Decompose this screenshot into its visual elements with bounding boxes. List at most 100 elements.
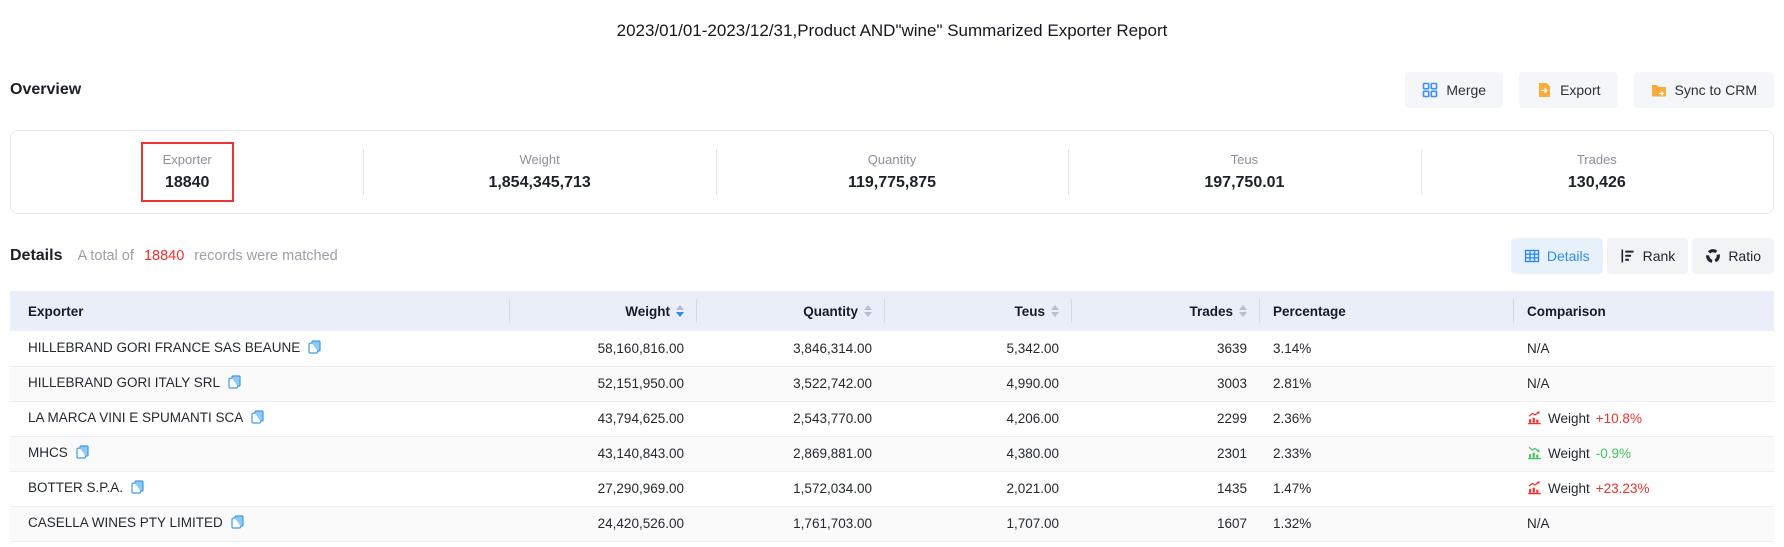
folder-sync-icon — [1651, 82, 1667, 98]
stat-label: Teus — [1204, 152, 1284, 167]
column-header-weight[interactable]: Weight — [509, 291, 696, 331]
match-summary: A total of 18840 records were matched — [77, 248, 337, 264]
copy-icon[interactable] — [251, 410, 264, 427]
merge-button[interactable]: Merge — [1405, 72, 1503, 108]
trades-cell: 3003 — [1071, 366, 1259, 401]
comparison-change: +10.8% — [1596, 411, 1642, 426]
merge-icon — [1422, 82, 1438, 98]
overview-heading: Overview — [10, 81, 81, 99]
column-header-trades[interactable]: Trades — [1071, 291, 1259, 331]
table-row: MHCS 43,140,843.002,869,881.004,380.00230… — [10, 436, 1774, 471]
trades-cell: 2301 — [1071, 436, 1259, 471]
exporter-name: CASELLA WINES PTY LIMITED — [28, 515, 223, 530]
action-buttons: Merge Export Sync to CRM — [1405, 72, 1774, 108]
comparison-cell: Weight +23.23% — [1513, 471, 1774, 506]
match-summary-suffix: records were matched — [194, 248, 337, 264]
exporter-name: MHCS — [28, 445, 68, 460]
sync-to-crm-button[interactable]: Sync to CRM — [1634, 72, 1774, 108]
stat-exporter: Exporter 18840 — [11, 131, 363, 213]
exporter-name: BOTTER S.P.A. — [28, 480, 123, 495]
weight-cell: 27,290,969.00 — [509, 471, 696, 506]
table-header-row: Exporter Weight Quantity Teus Trades Per… — [10, 291, 1774, 331]
highlight-box: Exporter 18840 — [141, 142, 234, 202]
stat-label: Exporter — [163, 152, 212, 167]
quantity-cell: 1,572,034.00 — [696, 471, 884, 506]
page-title: 2023/01/01-2023/12/31,Product AND"wine" … — [0, 0, 1784, 41]
table-row: HILLEBRAND GORI ITALY SRL52,151,950.003,… — [10, 366, 1774, 401]
ratio-view-button[interactable]: Ratio — [1692, 238, 1774, 274]
teus-cell: 4,990.00 — [884, 366, 1071, 401]
merge-button-label: Merge — [1446, 82, 1486, 98]
exporter-cell: BOTTER S.P.A. — [10, 471, 509, 506]
percentage-cell: 1.47% — [1259, 471, 1513, 506]
details-header: Details A total of 18840 records were ma… — [10, 238, 1774, 274]
comparison-cell: N/A — [1513, 331, 1774, 366]
percentage-cell: 2.36% — [1259, 401, 1513, 436]
details-view-button[interactable]: Details — [1511, 238, 1603, 274]
stat-teus: Teus 197,750.01 — [1068, 131, 1420, 213]
exporter-cell: LA MARCA VINI E SPUMANTI SCA — [10, 401, 509, 436]
percentage-cell: 2.33% — [1259, 436, 1513, 471]
column-header-teus[interactable]: Teus — [884, 291, 1071, 331]
overview-stats-card: Exporter 18840 Weight 1,854,345,713 Quan… — [10, 130, 1774, 214]
comparison-cell: N/A — [1513, 366, 1774, 401]
stat-value: 130,426 — [1568, 174, 1626, 192]
weight-cell: 52,151,950.00 — [509, 366, 696, 401]
trades-cell: 2299 — [1071, 401, 1259, 436]
trades-cell: 3639 — [1071, 331, 1259, 366]
copy-icon[interactable] — [228, 375, 241, 392]
trend-chart-icon — [1527, 445, 1542, 463]
comparison-na: N/A — [1527, 376, 1550, 391]
exporter-name: HILLEBRAND GORI ITALY SRL — [28, 375, 220, 390]
sort-icon-weight[interactable] — [676, 305, 684, 317]
trend-chart-icon — [1527, 480, 1542, 498]
copy-icon[interactable] — [76, 445, 89, 462]
export-button[interactable]: Export — [1519, 72, 1617, 108]
comparison-change: +23.23% — [1596, 481, 1650, 496]
trades-cell: 1435 — [1071, 471, 1259, 506]
stat-label: Quantity — [848, 152, 936, 167]
exporter-cell: CASELLA WINES PTY LIMITED — [10, 506, 509, 541]
table-row: CASELLA WINES PTY LIMITED 24,420,526.00 1,… — [10, 506, 1774, 541]
weight-cell: 43,140,843.00 — [509, 436, 696, 471]
percentage-cell: 3.14% — [1259, 331, 1513, 366]
stat-weight: Weight 1,854,345,713 — [363, 131, 715, 213]
weight-cell: 24,420,526.00 — [509, 506, 696, 541]
match-count: 18840 — [144, 248, 184, 264]
sort-icon-teus[interactable] — [1051, 305, 1059, 317]
comparison-change: -0.9% — [1596, 446, 1631, 461]
comparison-na: N/A — [1527, 341, 1550, 356]
exporter-name: HILLEBRAND GORI FRANCE SAS BEAUNE — [28, 340, 300, 355]
percentage-cell: 2.81% — [1259, 366, 1513, 401]
teus-cell: 2,021.00 — [884, 471, 1071, 506]
copy-icon[interactable] — [308, 340, 321, 357]
export-file-icon — [1536, 82, 1552, 98]
teus-cell: 4,380.00 — [884, 436, 1071, 471]
copy-icon[interactable] — [131, 480, 144, 497]
stat-value: 1,854,345,713 — [488, 174, 590, 192]
copy-icon[interactable] — [231, 515, 244, 532]
table-row: BOTTER S.P.A. 27,290,969.001,572,034.002,… — [10, 471, 1774, 506]
comparison-cell: N/A — [1513, 506, 1774, 541]
trend-chart-icon — [1527, 410, 1542, 428]
sync-to-crm-button-label: Sync to CRM — [1675, 82, 1757, 98]
column-header-exporter: Exporter — [10, 291, 509, 331]
ratio-view-label: Ratio — [1728, 248, 1761, 264]
sort-icon-quantity[interactable] — [864, 305, 872, 317]
donut-icon — [1705, 248, 1721, 264]
weight-cell: 43,794,625.00 — [509, 401, 696, 436]
comparison-metric: Weight — [1548, 481, 1590, 496]
teus-cell: 1,707.00 — [884, 506, 1071, 541]
sort-icon-trades[interactable] — [1239, 305, 1247, 317]
table-row: HILLEBRAND GORI FRANCE SAS BEAUNE 58,160,… — [10, 331, 1774, 366]
column-header-quantity[interactable]: Quantity — [696, 291, 884, 331]
rank-view-button[interactable]: Rank — [1607, 238, 1689, 274]
stat-value: 119,775,875 — [848, 174, 936, 192]
stat-value: 18840 — [163, 174, 212, 192]
rank-view-label: Rank — [1643, 248, 1676, 264]
exporter-cell: HILLEBRAND GORI FRANCE SAS BEAUNE — [10, 331, 509, 366]
weight-cell: 58,160,816.00 — [509, 331, 696, 366]
quantity-cell: 3,846,314.00 — [696, 331, 884, 366]
comparison-cell: Weight+10.8% — [1513, 401, 1774, 436]
quantity-cell: 2,869,881.00 — [696, 436, 884, 471]
